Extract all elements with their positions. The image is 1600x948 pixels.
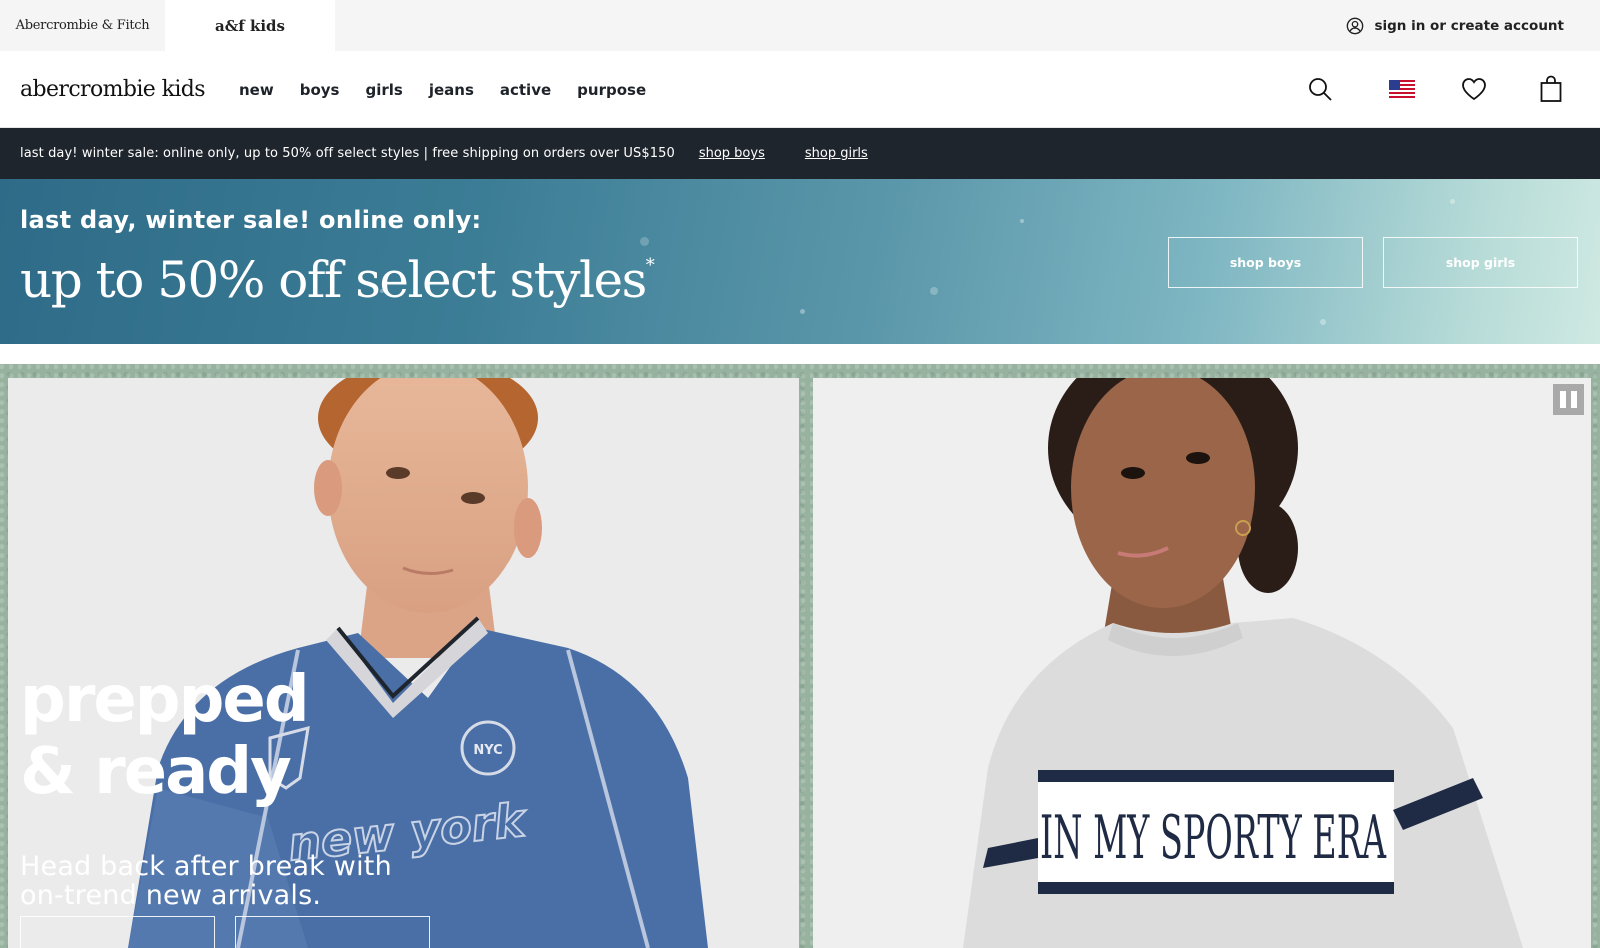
nav-link-boys[interactable]: boys <box>300 81 340 99</box>
hero-subtitle-line2: on-trend new arrivals. <box>20 880 322 911</box>
hero-subtitle: Head back after break with on-trend new … <box>20 852 392 910</box>
pause-bar-left <box>1560 391 1566 408</box>
brand-tab-abercrombie-fitch[interactable]: Abercrombie & Fitch <box>0 0 165 51</box>
promo-shop-boys-link[interactable]: shop boys <box>699 146 765 161</box>
main-navigation: abercrombie kids new boys girls jeans ac… <box>0 51 1600 128</box>
heart-icon[interactable] <box>1459 74 1489 104</box>
hero-title-line2: & ready <box>20 735 292 809</box>
sweater-text: IN MY SPORTY ERA <box>1040 803 1386 873</box>
site-logo[interactable]: abercrombie kids <box>20 51 206 128</box>
account-link[interactable]: sign in or create account <box>1346 0 1564 51</box>
sale-banner: last day, winter sale! online only: up t… <box>0 179 1600 344</box>
promo-text: last day! winter sale: online only, up t… <box>20 146 675 161</box>
hero-image-girl[interactable]: IN MY SPORTY ERA <box>813 378 1591 948</box>
hero-title-line1: prepped <box>20 663 310 737</box>
nav-link-purpose[interactable]: purpose <box>577 81 646 99</box>
brand-tab-af-kids[interactable]: a&f kids <box>165 0 335 51</box>
pause-icon[interactable] <box>1553 384 1584 415</box>
promo-shop-girls-link[interactable]: shop girls <box>805 146 868 161</box>
sale-asterisk: * <box>645 255 655 276</box>
promo-strip: last day! winter sale: online only, up t… <box>0 128 1600 179</box>
search-icon[interactable] <box>1305 74 1335 104</box>
shopping-bag-icon[interactable] <box>1536 74 1566 104</box>
sale-eyebrow: last day, winter sale! online only: <box>20 206 482 234</box>
hero-subtitle-line1: Head back after break with <box>20 851 392 882</box>
nav-link-new[interactable]: new <box>239 81 274 99</box>
sale-shop-boys-button[interactable]: shop boys <box>1168 237 1363 288</box>
user-circle-icon <box>1347 17 1364 34</box>
category-nav: new boys girls jeans active purpose <box>239 51 672 128</box>
hero-title: prepped & ready <box>20 663 310 809</box>
brand-switcher-bar: Abercrombie & Fitch a&f kids sign in or … <box>0 0 1600 51</box>
jersey-crest-text: NYC <box>473 743 502 758</box>
account-label: sign in or create account <box>1374 17 1564 34</box>
hero-section: NYC new york IN MY SPORTY ERA prepped & … <box>0 364 1600 948</box>
sale-shop-girls-button[interactable]: shop girls <box>1383 237 1578 288</box>
nav-link-active[interactable]: active <box>500 81 551 99</box>
girl-sweater-illustration: IN MY SPORTY ERA <box>813 378 1591 948</box>
nav-link-girls[interactable]: girls <box>365 81 402 99</box>
sale-headline-text: up to 50% off select styles <box>20 251 647 309</box>
sale-headline: up to 50% off select styles* <box>20 251 655 309</box>
nav-link-jeans[interactable]: jeans <box>429 81 474 99</box>
pause-bar-right <box>1571 391 1577 408</box>
hero-cta-button-2[interactable] <box>235 916 430 948</box>
hero-cta-button-1[interactable] <box>20 916 215 948</box>
us-flag-icon[interactable] <box>1387 74 1417 104</box>
